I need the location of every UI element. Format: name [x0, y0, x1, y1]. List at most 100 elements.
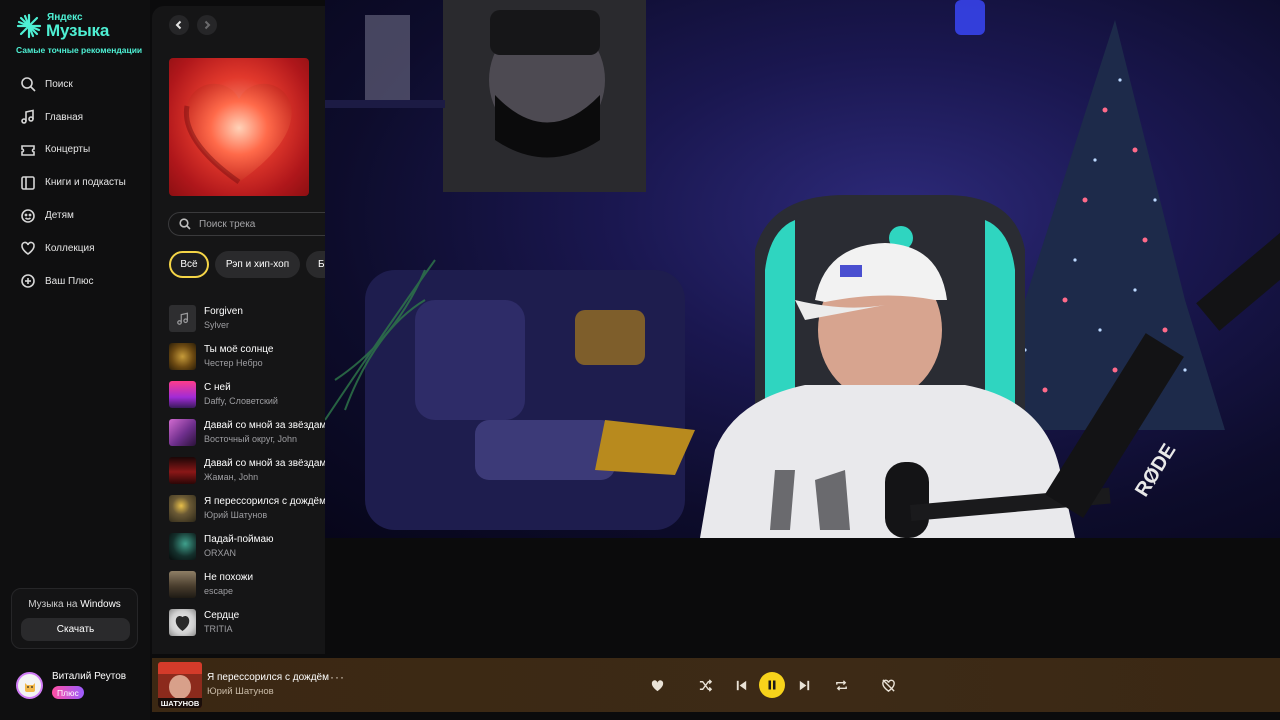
cat-avatar-icon: [24, 682, 35, 692]
heart-cover-art: [183, 83, 292, 185]
track-row[interactable]: Не похожи escape: [169, 570, 325, 600]
track-artist[interactable]: Восточный округ, John: [204, 434, 297, 444]
filter-chip-rap[interactable]: Рэп и хип-хоп: [215, 251, 300, 278]
track-title[interactable]: Не похожи: [204, 572, 253, 583]
brand-name: Музыка: [46, 21, 110, 40]
now-playing-title[interactable]: Я перессорился с дождём: [207, 672, 329, 683]
download-card-platform: Windows: [80, 599, 121, 610]
nav-item-home[interactable]: Главная: [19, 101, 144, 134]
track-cover: [169, 495, 196, 522]
track-title[interactable]: Сердце: [204, 610, 239, 621]
track-placeholder-icon: [169, 305, 196, 332]
chevron-left-icon: [175, 20, 182, 30]
track-artist[interactable]: ORXAN: [204, 548, 236, 558]
track-artist[interactable]: TRITIA: [204, 624, 233, 634]
filter-chip-all[interactable]: Всё: [169, 251, 209, 278]
genre-filters: Всё Рэп и хип-хоп Б: [169, 251, 325, 279]
download-app-card: Музыка на Windows Скачать: [11, 588, 138, 649]
track-artist[interactable]: Жаман, John: [204, 472, 258, 482]
filter-chip-more[interactable]: Б: [306, 251, 325, 278]
track-row[interactable]: Давай со мной за звёздами Восточный окру…: [169, 418, 325, 448]
main-navigation: Поиск Главная Концерты Книги и подкасты …: [19, 68, 144, 298]
track-cover: [169, 457, 196, 484]
plus-badge[interactable]: Плюс: [52, 686, 84, 699]
nav-item-kids[interactable]: Детям: [19, 199, 144, 232]
user-profile[interactable]: Виталий Реутов Плюс: [16, 669, 146, 703]
playlist-cover[interactable]: [169, 58, 309, 196]
track-row[interactable]: Давай со мной за звёздами Жаман, John: [169, 456, 325, 486]
now-playing-artist[interactable]: Юрий Шатунов: [207, 686, 274, 697]
back-button[interactable]: [169, 15, 189, 35]
dislike-button[interactable]: [876, 673, 900, 697]
logo-burst-icon: [16, 13, 42, 39]
track-title[interactable]: Давай со мной за звёздами: [204, 420, 325, 431]
track-cover: [169, 533, 196, 560]
forward-button[interactable]: [197, 15, 217, 35]
track-title[interactable]: Ты моё солнце: [204, 344, 273, 355]
repeat-icon: [835, 679, 847, 691]
nav-item-label: Ваш Плюс: [45, 275, 94, 287]
mic-brand-text: RØDE: [1131, 440, 1180, 501]
track-cover: [169, 343, 196, 370]
track-title[interactable]: Падай-поймаю: [204, 534, 274, 545]
track-artist[interactable]: Sylver: [204, 320, 229, 330]
chevron-right-icon: [204, 20, 211, 30]
shuffle-button[interactable]: [693, 673, 717, 697]
search-icon: [19, 75, 37, 93]
nav-item-label: Концерты: [45, 144, 91, 156]
ticket-icon: [19, 141, 37, 159]
nav-item-search[interactable]: Поиск: [19, 68, 144, 101]
brand-tagline: Самые точные рекомендации: [16, 45, 143, 55]
repeat-button[interactable]: [829, 673, 853, 697]
music-note-icon: [19, 108, 37, 126]
heart-icon: [19, 239, 37, 257]
track-artist[interactable]: Юрий Шатунов: [204, 510, 267, 520]
track-row[interactable]: Forgiven Sylver: [169, 304, 325, 334]
shuffle-icon: [699, 678, 712, 692]
track-artist[interactable]: escape: [204, 586, 233, 596]
track-row[interactable]: Падай-поймаю ORXAN: [169, 532, 325, 562]
nav-item-label: Поиск: [45, 78, 73, 90]
track-artist[interactable]: Честер Небро: [204, 358, 263, 368]
heart-icon: [651, 679, 663, 691]
track-title[interactable]: Я перессорился с дождём: [204, 496, 325, 507]
skip-forward-icon: [799, 680, 809, 690]
now-playing-cover[interactable]: ШАТУНОВ: [158, 662, 202, 708]
track-row[interactable]: С ней Daffy, Словетский: [169, 380, 325, 410]
like-button[interactable]: [645, 673, 669, 697]
download-card-prefix: Музыка на: [28, 599, 78, 610]
search-icon: [179, 218, 191, 230]
track-title[interactable]: Forgiven: [204, 306, 243, 317]
anatomical-heart-icon: [175, 615, 190, 631]
track-row[interactable]: Сердце TRITIA: [169, 608, 325, 638]
track-title[interactable]: Давай со мной за звёздами: [204, 458, 325, 469]
track-search[interactable]: [168, 212, 325, 236]
previous-track-button[interactable]: [729, 673, 753, 697]
nav-item-label: Книги и подкасты: [45, 177, 126, 189]
nav-item-collection[interactable]: Коллекция: [19, 232, 144, 265]
kids-icon: [19, 207, 37, 225]
track-title[interactable]: С ней: [204, 382, 231, 393]
webcam-overlay: RØDE: [325, 0, 1280, 538]
track-search-input[interactable]: [199, 218, 325, 230]
track-artist[interactable]: Daffy, Словетский: [204, 396, 278, 406]
more-options-button[interactable]: ···: [330, 670, 345, 684]
heart-crossed-icon: [881, 678, 895, 692]
track-row[interactable]: Ты моё солнце Честер Небро: [169, 342, 325, 372]
pause-icon: [768, 680, 776, 690]
nav-item-books-podcasts[interactable]: Книги и подкасты: [19, 166, 144, 199]
playlist-panel: Всё Рэп и хип-хоп Б Forgiven Sylver Ты м…: [152, 6, 325, 654]
cover-caption: ШАТУНОВ: [161, 699, 200, 708]
nav-item-concerts[interactable]: Концерты: [19, 134, 144, 167]
avatar[interactable]: [16, 672, 43, 699]
nav-item-your-plus[interactable]: Ваш Плюс: [19, 265, 144, 298]
skip-back-icon: [736, 680, 746, 690]
download-button[interactable]: Скачать: [21, 618, 130, 641]
pause-button[interactable]: [759, 672, 785, 698]
yandex-music-logo[interactable]: Яндекс Музыка Самые точные рекомендации: [16, 11, 146, 57]
book-icon: [19, 174, 37, 192]
nav-item-label: Коллекция: [45, 242, 95, 254]
track-cover: [169, 609, 196, 636]
next-track-button[interactable]: [792, 673, 816, 697]
track-row[interactable]: Я перессорился с дождём Юрий Шатунов: [169, 494, 325, 524]
